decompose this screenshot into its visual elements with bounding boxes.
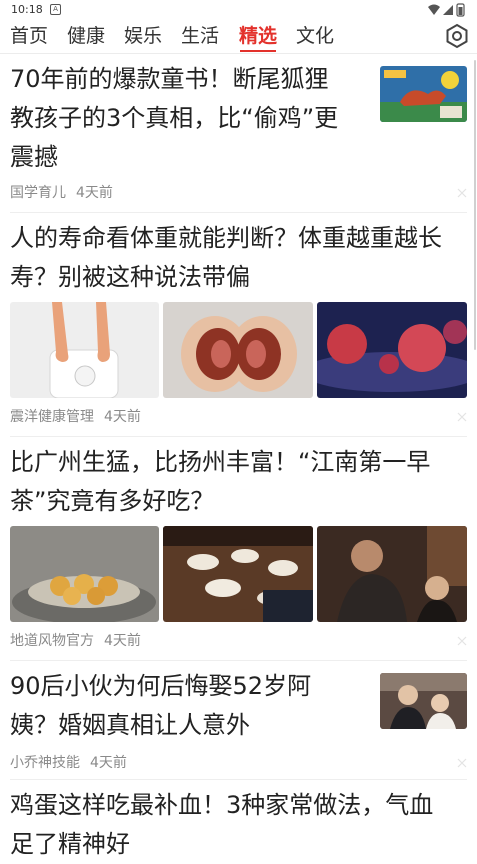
news-title: 70年前的爆款童书！断尾狐狸 教孩子的3个真相，比“偷鸡”更 震撼 — [10, 65, 339, 171]
article-image-teatable — [163, 526, 313, 622]
article-image-dimsum — [10, 526, 159, 622]
news-title: 人的寿命看体重就能判断？体重越重越长 寿？别被这种说法带偏 — [10, 224, 442, 291]
tab-featured[interactable]: 精选 — [239, 23, 277, 49]
news-title: 90后小伙为何后悔娶52岁阿 姨？婚姻真相让人意外 — [10, 672, 312, 739]
news-source: 国学育儿 — [10, 185, 66, 201]
news-time: 4天前 — [76, 185, 113, 201]
news-title: 鸡蛋这样吃最补血！3种家常做法，气血 足了精神好 — [10, 791, 434, 858]
settings-icon[interactable] — [444, 23, 470, 49]
dismiss-icon[interactable] — [457, 636, 467, 646]
news-source: 小乔神技能 — [10, 755, 80, 771]
active-tab-indicator — [240, 50, 276, 52]
news-source: 震洋健康管理 — [10, 409, 94, 425]
status-bar: 10:18 A — [0, 0, 477, 20]
news-title: 比广州生猛，比扬州丰富！“江南第一早 茶”究竟有多好吃？ — [10, 448, 431, 515]
tab-home[interactable]: 首页 — [10, 23, 48, 49]
news-time: 4天前 — [104, 409, 141, 425]
status-icons — [428, 3, 465, 17]
dismiss-icon[interactable] — [457, 758, 467, 768]
tab-health[interactable]: 健康 — [67, 23, 105, 49]
news-item[interactable]: 90后小伙为何后悔娶52岁阿 姨？婚姻真相让人意外 小乔神技能 4天前 — [0, 661, 477, 779]
dismiss-icon[interactable] — [457, 188, 467, 198]
article-image-people — [317, 526, 467, 622]
dismiss-icon[interactable] — [457, 412, 467, 422]
signal-icon — [443, 5, 453, 15]
wifi-icon — [428, 4, 440, 15]
status-time: 10:18 — [11, 3, 43, 16]
news-meta: 地道风物官方 4天前 — [10, 632, 141, 650]
news-meta: 小乔神技能 4天前 — [10, 754, 127, 772]
notification-a-icon: A — [50, 4, 61, 15]
news-item[interactable]: 比广州生猛，比扬州丰富！“江南第一早 茶”究竟有多好吃？ 地道风物官方 4天前 — [0, 437, 477, 659]
article-thumbnail — [380, 66, 467, 122]
article-image-scale — [10, 302, 159, 398]
news-time: 4天前 — [104, 633, 141, 649]
scrollbar[interactable] — [474, 60, 476, 350]
article-image-kidney — [163, 302, 313, 398]
tab-culture[interactable]: 文化 — [296, 23, 334, 49]
news-item[interactable]: 70年前的爆款童书！断尾狐狸 教孩子的3个真相，比“偷鸡”更 震撼 国学育儿 4天… — [0, 54, 477, 212]
tab-entertainment[interactable]: 娱乐 — [124, 23, 162, 49]
news-meta: 国学育儿 4天前 — [10, 184, 113, 202]
news-source: 地道风物官方 — [10, 633, 94, 649]
article-thumbnail — [380, 673, 467, 729]
news-time: 4天前 — [90, 755, 127, 771]
article-image-cells — [317, 302, 467, 398]
category-tabs: 首页 健康 娱乐 生活 精选 文化 — [0, 20, 477, 52]
news-item[interactable]: 人的寿命看体重就能判断？体重越重越长 寿？别被这种说法带偏 震洋健康管理 4天前 — [0, 213, 477, 435]
news-meta: 震洋健康管理 4天前 — [10, 408, 141, 426]
tab-life[interactable]: 生活 — [181, 23, 219, 49]
news-item[interactable]: 鸡蛋这样吃最补血！3种家常做法，气血 足了精神好 — [0, 780, 477, 858]
